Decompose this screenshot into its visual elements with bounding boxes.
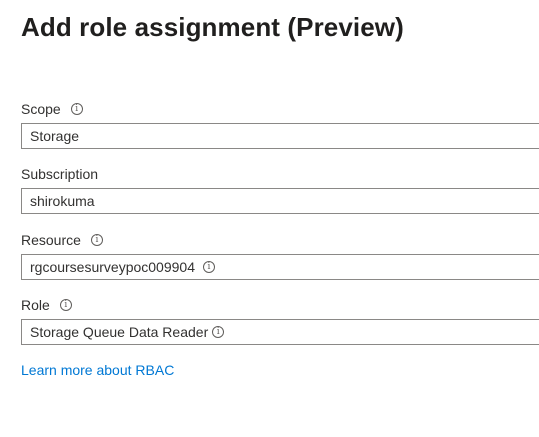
scope-label-row: Scope i	[21, 100, 83, 118]
page-title: Add role assignment (Preview)	[21, 12, 404, 42]
subscription-label: Subscription	[21, 166, 99, 182]
info-icon[interactable]: i	[203, 261, 215, 273]
info-icon[interactable]: i	[90, 234, 103, 246]
resource-field[interactable]: rgcoursesurveypoc009904 i	[21, 254, 539, 280]
info-icon[interactable]: i	[70, 103, 83, 115]
info-icon[interactable]: i	[59, 299, 72, 311]
subscription-label-row: Subscription	[21, 165, 98, 183]
info-icon[interactable]: i	[212, 326, 225, 338]
role-label: Role	[21, 297, 50, 313]
scope-value: Storage	[30, 128, 80, 144]
resource-label: Resource	[21, 232, 81, 248]
resource-label-row: Resource i	[21, 231, 103, 249]
role-label-row: Role i	[21, 296, 72, 314]
resource-value: rgcoursesurveypoc009904	[30, 259, 195, 275]
role-value: Storage Queue Data Reader	[30, 324, 209, 340]
subscription-field[interactable]: shirokuma	[21, 188, 539, 214]
scope-label: Scope	[21, 101, 61, 117]
role-field[interactable]: Storage Queue Data Reader i	[21, 319, 539, 345]
subscription-value: shirokuma	[30, 193, 95, 209]
learn-more-rbac-link[interactable]: Learn more about RBAC	[21, 362, 174, 378]
scope-field[interactable]: Storage	[21, 123, 539, 149]
